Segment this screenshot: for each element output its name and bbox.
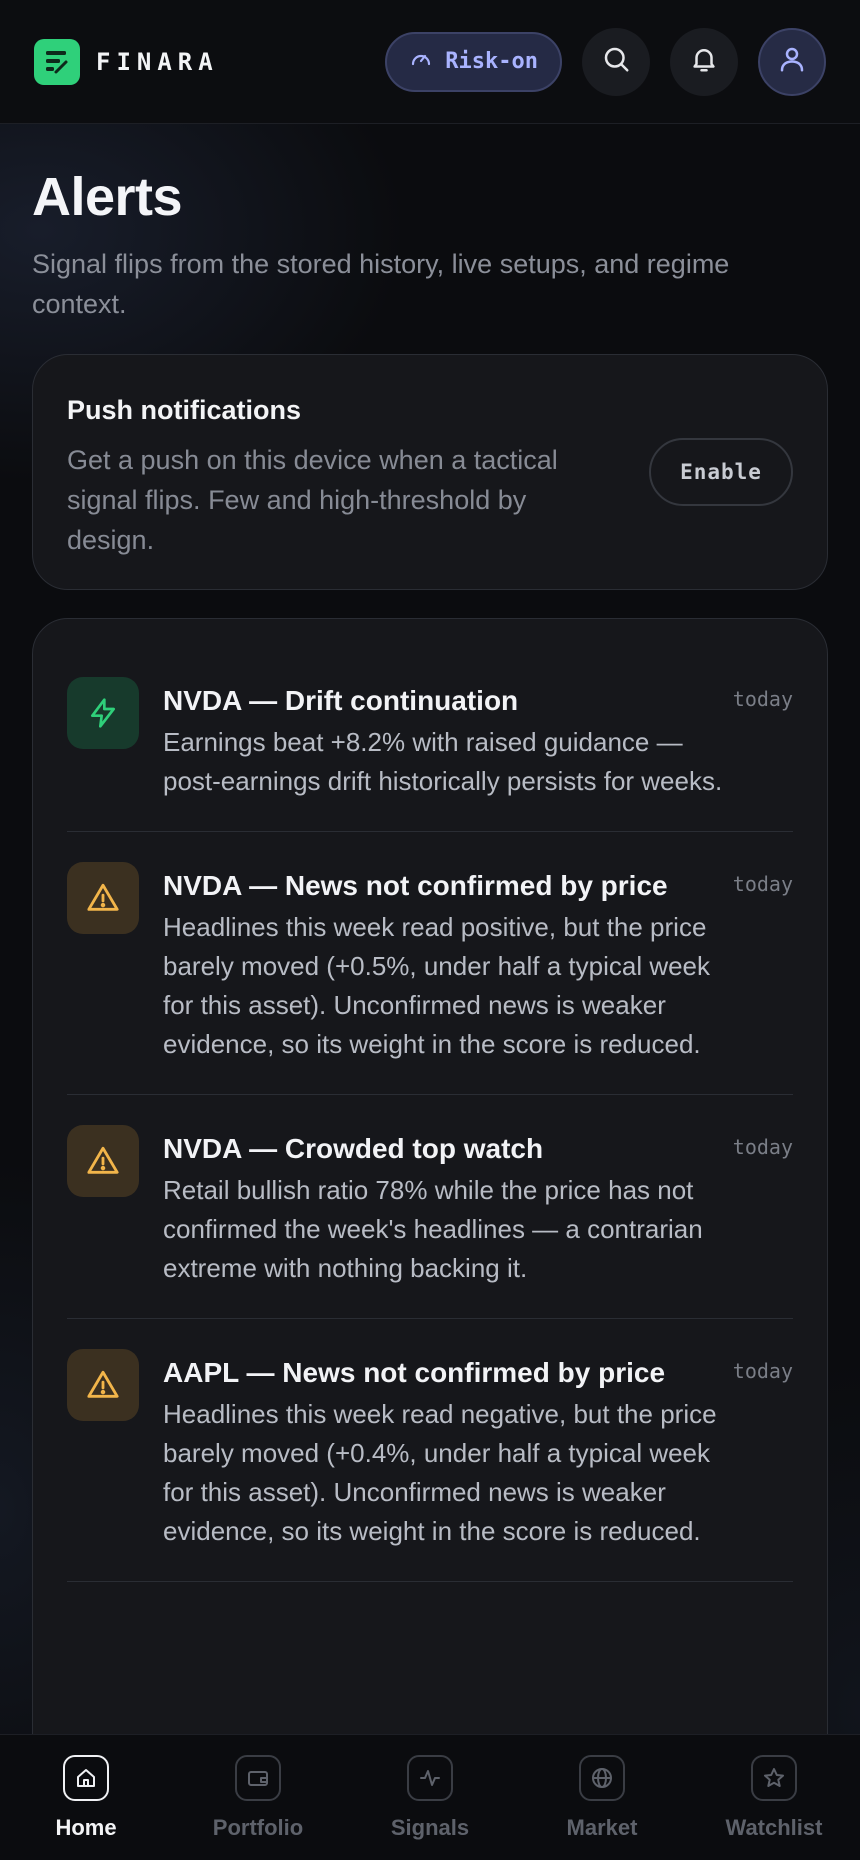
warning-icon [67,1125,139,1197]
warning-icon [67,862,139,934]
alert-text: Headlines this week read negative, but t… [163,1399,717,1546]
nav-item-home[interactable]: Home [11,1755,161,1841]
alerts-list: NVDA — Drift continuation Earnings beat … [32,618,828,1860]
alert-text: Earnings beat +8.2% with raised guidance… [163,727,723,796]
star-icon [751,1755,797,1801]
regime-pill[interactable]: Risk-on [385,31,562,92]
nav-label: Watchlist [725,1815,823,1840]
gauge-icon [409,47,433,77]
alert-time: today [732,1359,793,1383]
search-button[interactable] [582,27,650,96]
user-icon [777,44,807,79]
avatar[interactable] [758,27,826,96]
logo-icon[interactable] [34,38,80,85]
push-title: Push notifications [67,395,302,425]
alert-time: today [732,872,793,896]
page-subtitle: Signal flips from the stored history, li… [32,249,730,319]
nav-label: Portfolio [212,1815,304,1840]
alert-title: NVDA — Crowded top watch [163,1133,544,1164]
alert-item[interactable]: NVDA — Drift continuation Earnings beat … [67,677,793,832]
globe-icon [579,1755,625,1801]
nav-label: Market [566,1815,638,1840]
app-header: FINARA Risk-on [0,0,860,124]
bolt-icon [67,677,139,749]
page-title: Alerts [32,167,183,227]
notifications-button[interactable] [670,27,738,96]
nav-item-market[interactable]: Market [527,1755,677,1841]
nav-item-signals[interactable]: Signals [355,1755,505,1841]
alert-time: today [732,1135,793,1159]
warning-icon [67,1349,139,1421]
alert-title: AAPL — News not confirmed by price [163,1357,666,1388]
alert-title: NVDA — Drift continuation [163,685,519,716]
alert-text: Retail bullish ratio 78% while the price… [163,1175,703,1283]
alert-item[interactable]: AAPL — News not confirmed by price Headl… [67,1349,793,1582]
alert-time: today [732,687,793,711]
nav-item-watchlist[interactable]: Watchlist [699,1755,849,1841]
brand-name: FINARA [96,47,219,76]
bottom-nav: Home Portfolio Signals Market Watchlist [0,1734,860,1860]
enable-push-button[interactable]: Enable [649,438,793,506]
search-icon [601,44,631,79]
alert-item[interactable]: NVDA — News not confirmed by price Headl… [67,862,793,1095]
bell-icon [689,44,719,79]
regime-label: Risk-on [445,49,538,74]
alert-item[interactable]: NVDA — Crowded top watch Retail bullish … [67,1125,793,1319]
nav-label: Signals [390,1815,470,1840]
alert-title: NVDA — News not confirmed by price [163,870,668,901]
push-notifications-card: Push notifications Get a push on this de… [32,354,828,590]
nav-label: Home [55,1815,117,1840]
push-description: Get a push on this device when a tactica… [67,445,558,555]
alert-text: Headlines this week read positive, but t… [163,912,711,1059]
wallet-icon [235,1755,281,1801]
activity-icon [407,1755,453,1801]
nav-item-portfolio[interactable]: Portfolio [183,1755,333,1841]
home-icon [63,1755,109,1801]
